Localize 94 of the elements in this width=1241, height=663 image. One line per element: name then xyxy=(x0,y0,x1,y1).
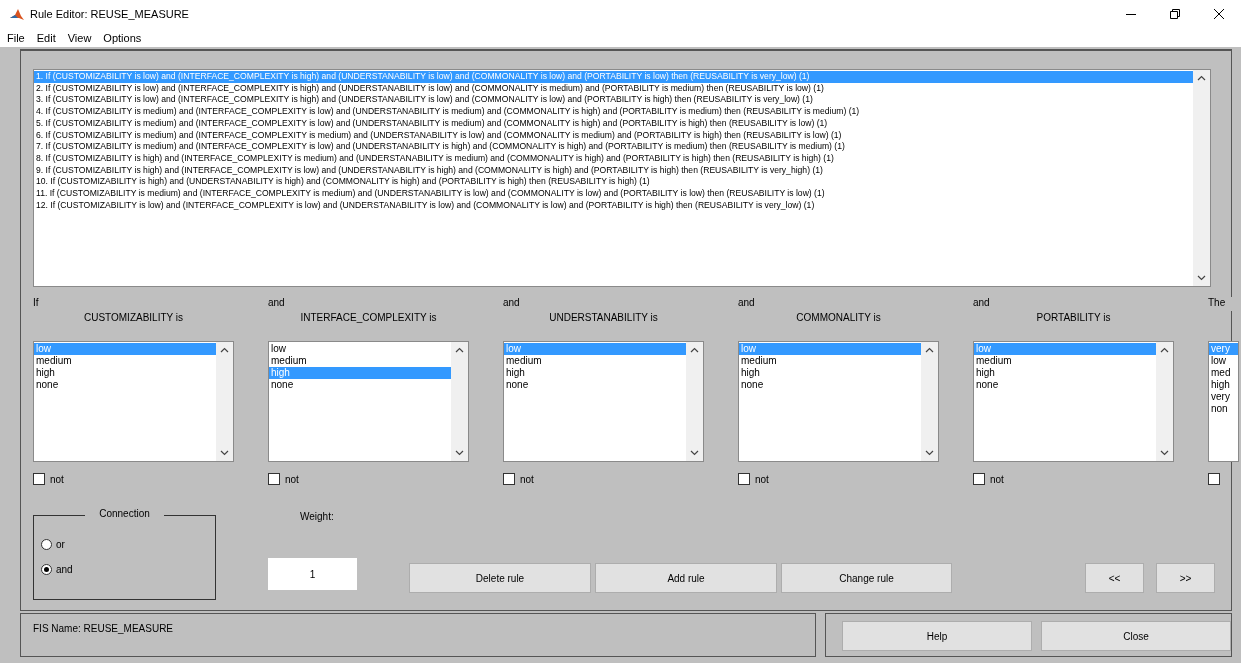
checkbox[interactable] xyxy=(33,473,45,485)
list-item[interactable]: non xyxy=(1209,403,1238,415)
variable-label: COMMONALITY is xyxy=(795,311,882,325)
rule-item[interactable]: 12. If (CUSTOMIZABILITY is low) and (INTERFACE_COMPLEXITY is low) and (UNDERSTANABILITY is low) and (COMMONALITY is low) and (PORTABILITY is high) then (REUSABILITY is very_low) (1) xyxy=(34,199,1193,212)
weight-field[interactable]: 1 xyxy=(268,558,357,590)
scroll-up-icon[interactable] xyxy=(690,347,699,353)
window-title: Rule Editor: REUSE_MEASURE xyxy=(30,8,190,20)
list-item[interactable]: medium xyxy=(34,355,216,367)
checkbox[interactable] xyxy=(973,473,985,485)
radio-label: and xyxy=(56,564,73,575)
list-box[interactable]: very low med high very non xyxy=(1208,341,1239,462)
connector-label: and xyxy=(973,297,991,310)
action-button[interactable]: Delete rule xyxy=(409,563,591,593)
list-item[interactable]: low xyxy=(1209,355,1238,367)
list-item[interactable]: none xyxy=(504,379,686,391)
rule-item[interactable]: 10. If (CUSTOMIZABILITY is high) and (UNDERSTANABILITY is high) and (COMMONALITY is high) and (PORTABILITY is high) then (REUSABILITY is high) (1) xyxy=(34,176,1193,189)
checkbox[interactable] xyxy=(268,473,280,485)
action-button[interactable]: Change rule xyxy=(781,563,952,593)
list-item[interactable]: high xyxy=(504,367,686,379)
checkbox-label: not xyxy=(285,473,299,485)
app-icon xyxy=(10,7,24,21)
scroll-down-icon[interactable] xyxy=(220,450,229,456)
scroll-up-icon[interactable] xyxy=(925,347,934,353)
list-item[interactable]: medium xyxy=(739,355,921,367)
list-box[interactable]: low medium high none xyxy=(973,341,1174,462)
checkbox[interactable] xyxy=(1208,473,1220,485)
checkbox-label: not xyxy=(520,473,534,485)
list-box[interactable]: low medium high none xyxy=(268,341,469,462)
scroll-down-icon[interactable] xyxy=(1160,450,1169,456)
list-item[interactable]: none xyxy=(34,379,216,391)
rule-item[interactable]: 6. If (CUSTOMIZABILITY is medium) and (INTERFACE_COMPLEXITY is medium) and (UNDERSTANABILITY is low) and (COMMONALITY is medium) and (PORTABILITY is high) then (REUSABILITY is low) (1) xyxy=(34,129,1193,142)
scroll-up-icon[interactable] xyxy=(1160,347,1169,353)
rule-item[interactable]: 5. If (CUSTOMIZABILITY is medium) and (INTERFACE_COMPLEXITY is low) and (UNDERSTANABILITY is medium) and (COMMONALITY is high) and (PORTABILITY is high) then (REUSABILITY is low) (1) xyxy=(34,117,1193,130)
variable-label: INTERFACE_COMPLEXITY is xyxy=(299,311,438,325)
list-item[interactable]: medium xyxy=(269,355,451,367)
weight-label: Weight: xyxy=(300,511,335,522)
radio-button[interactable] xyxy=(41,539,52,550)
list-item[interactable]: none xyxy=(974,379,1156,391)
checkbox-label: not xyxy=(755,473,769,485)
radio-button[interactable] xyxy=(41,564,52,575)
list-item[interactable]: high xyxy=(739,367,921,379)
rule-item[interactable]: 8. If (CUSTOMIZABILITY is high) and (INTERFACE_COMPLEXITY is medium) and (UNDERSTANABILITY is medium) and (COMMONALITY is high) and (PORTABILITY is high) then (REUSABILITY is high) (1) xyxy=(34,152,1193,165)
list-item[interactable]: high xyxy=(34,367,216,379)
connector-label: and xyxy=(268,297,286,310)
rule-item[interactable]: 3. If (CUSTOMIZABILITY is low) and (INTERFACE_COMPLEXITY is high) and (UNDERSTANABILITY is low) and (COMMONALITY is low) and (PORTABILITY is high) then (REUSABILITY is very_low) (1) xyxy=(34,94,1193,107)
footer-button[interactable]: Close xyxy=(1041,621,1231,651)
menu-item[interactable]: File xyxy=(7,31,25,44)
checkbox[interactable] xyxy=(738,473,750,485)
rule-item[interactable]: 7. If (CUSTOMIZABILITY is medium) and (INTERFACE_COMPLEXITY is low) and (UNDERSTANABILITY is high) and (COMMONALITY is high) and (PORTABILITY is medium) then (REUSABILITY is medium) (1) xyxy=(34,141,1193,153)
list-item[interactable]: none xyxy=(269,379,451,391)
rule-item[interactable]: 2. If (CUSTOMIZABILITY is low) and (INTERFACE_COMPLEXITY is high) and (UNDERSTANABILITY is low) and (COMMONALITY is medium) and (PORTABILITY is medium) then (REUSABILITY is low) (1) xyxy=(34,82,1193,95)
connector-label: If xyxy=(33,297,40,310)
list-box[interactable]: low medium high none xyxy=(33,341,234,462)
list-box[interactable]: low medium high none xyxy=(503,341,704,462)
list-item[interactable]: medium xyxy=(974,355,1156,367)
footer-button[interactable]: Help xyxy=(842,621,1032,651)
scroll-up-icon[interactable] xyxy=(220,347,229,353)
connector-label: and xyxy=(503,297,521,310)
list-item[interactable]: low xyxy=(269,343,451,355)
checkbox[interactable] xyxy=(503,473,515,485)
scroll-down-icon[interactable] xyxy=(690,450,699,456)
close-icon[interactable] xyxy=(1214,9,1224,19)
list-item[interactable]: med xyxy=(1209,367,1238,379)
checkbox-label: not xyxy=(990,473,1004,485)
scroll-up-icon[interactable] xyxy=(455,347,464,353)
rule-item[interactable]: 11. If (CUSTOMIZABILITY is medium) and (INTERFACE_COMPLEXITY is medium) and (UNDERSTANABILITY is low) and (COMMONALITY is low) and (PORTABILITY is low) then (REUSABILITY is low) (1) xyxy=(34,188,1193,200)
menu-item[interactable]: Options xyxy=(103,31,142,44)
list-item[interactable]: none xyxy=(739,379,921,391)
scroll-up-icon[interactable] xyxy=(1197,75,1206,81)
checkbox-label: not xyxy=(50,473,64,485)
rule-item[interactable]: 9. If (CUSTOMIZABILITY is high) and (INTERFACE_COMPLEXITY is low) and (UNDERSTANABILITY is high) and (COMMONALITY is high) and (PORTABILITY is high) then (REUSABILITY is very_high) (1) xyxy=(34,164,1193,177)
connector-label: and xyxy=(738,297,756,310)
scroll-down-icon[interactable] xyxy=(925,450,934,456)
scroll-down-icon[interactable] xyxy=(455,450,464,456)
menu-item[interactable]: Edit xyxy=(36,31,56,44)
radio-label: or xyxy=(56,539,65,550)
list-item[interactable]: medium xyxy=(504,355,686,367)
group-title: Connection xyxy=(85,508,164,519)
nav-button[interactable]: << xyxy=(1085,563,1144,593)
nav-button[interactable]: >> xyxy=(1156,563,1215,593)
rule-item[interactable]: 4. If (CUSTOMIZABILITY is medium) and (INTERFACE_COMPLEXITY is low) and (UNDERSTANABILITY is medium) and (COMMONALITY is high) and (PORTABILITY is medium) then (REUSABILITY is medium) (1) xyxy=(34,106,1193,118)
variable-label: PORTABILITY is xyxy=(1035,311,1112,325)
list-box[interactable]: low medium high none xyxy=(738,341,939,462)
action-button[interactable]: Add rule xyxy=(595,563,777,593)
list-item[interactable]: high xyxy=(1209,379,1238,391)
restore-icon[interactable] xyxy=(1170,9,1180,19)
list-box[interactable] xyxy=(33,69,1211,287)
variable-label: CUSTOMIZABILITY is xyxy=(82,311,185,325)
menu-item[interactable]: View xyxy=(67,31,92,44)
list-item[interactable]: high xyxy=(974,367,1156,379)
variable-label: UNDERSTANABILITY is xyxy=(548,311,659,325)
scroll-down-icon[interactable] xyxy=(1197,275,1206,281)
list-item[interactable]: very xyxy=(1209,391,1238,403)
status-text: FIS Name: REUSE_MEASURE xyxy=(20,613,816,657)
